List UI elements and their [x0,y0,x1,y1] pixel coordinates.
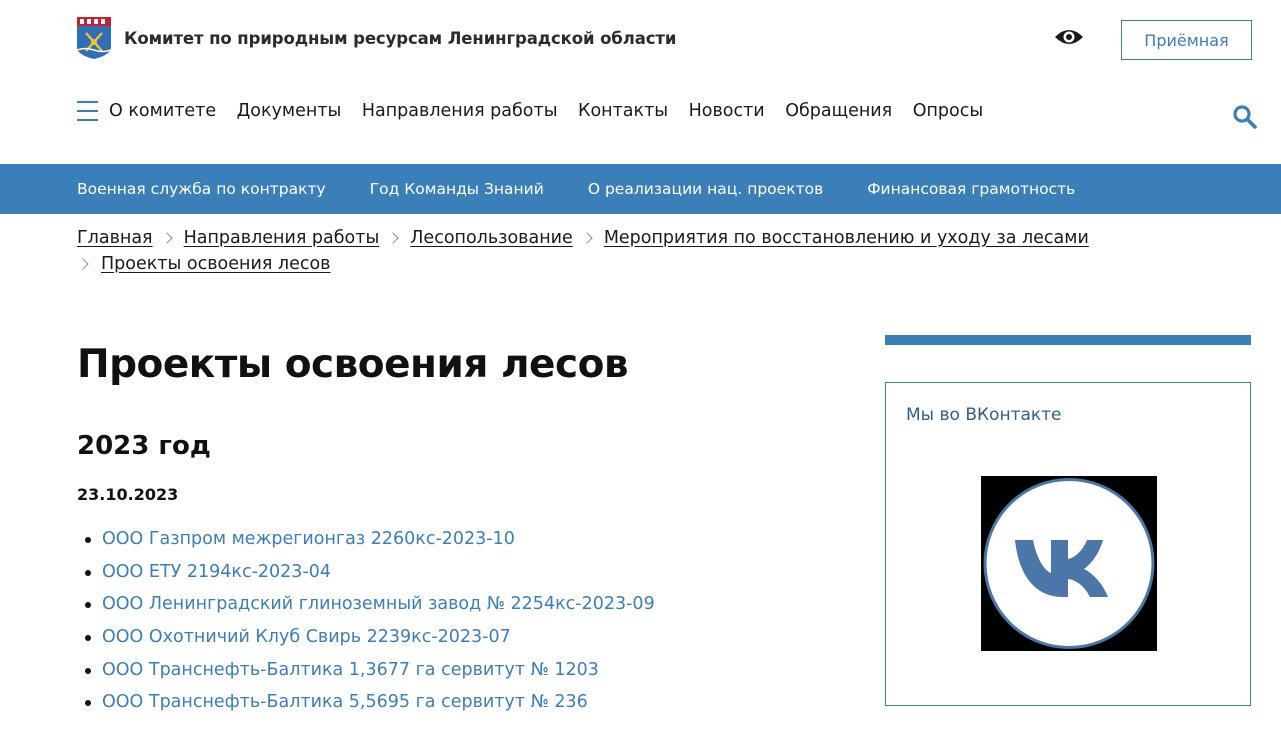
coat-of-arms-logo[interactable] [76,17,112,59]
document-link[interactable]: ООО Охотничий Клуб Свирь 2239кс-2023-07 [102,627,511,647]
search-icon[interactable] [1232,104,1258,130]
nav-item-polls[interactable]: Опросы [913,100,983,122]
sidebar-accent-bar [885,335,1251,345]
year-heading: 2023 год [77,431,211,461]
reception-button[interactable]: Приёмная [1121,20,1252,60]
breadcrumb-home[interactable]: Главная [77,228,153,248]
document-link[interactable]: ООО Ленинградский глиноземный завод № 22… [102,594,655,614]
main-nav: О комитете Документы Направления работы … [109,100,1004,122]
breadcrumb-directions[interactable]: Направления работы [184,228,380,248]
topic-link-knowledge-year[interactable]: Год Команды Знаний [370,180,544,198]
document-link[interactable]: ООО Транснефть-Балтика 1,3677 га сервиту… [102,660,599,680]
topic-link-military-service[interactable]: Военная служба по контракту [77,180,326,198]
list-item: ООО Транснефть-Балтика 1,3677 га сервиту… [77,657,655,690]
hamburger-menu-icon[interactable] [77,100,98,122]
list-item: ООО Транснефть-Балтика 5,5695 га сервиту… [77,689,655,722]
chevron-right-icon [77,258,89,270]
nav-item-documents[interactable]: Документы [237,100,342,122]
chevron-right-icon [387,232,399,244]
breadcrumb-continued: Проекты освоения лесов [77,254,331,274]
nav-item-contacts[interactable]: Контакты [578,100,668,122]
vk-logo-icon[interactable] [981,476,1157,651]
document-link[interactable]: ООО ЕТУ 2194кс-2023-04 [102,562,331,582]
nav-item-appeals[interactable]: Обращения [785,100,892,122]
document-link[interactable]: ООО Транснефть-Балтика 5,5695 га сервиту… [102,692,588,712]
chevron-right-icon [160,232,173,244]
date-heading: 23.10.2023 [77,485,179,504]
vk-widget-title: Мы во ВКонтакте [906,405,1062,425]
breadcrumb-forest-restoration[interactable]: Мероприятия по восстановлению и уходу за… [604,228,1089,248]
nav-item-about[interactable]: О комитете [109,100,216,122]
page-title: Проекты освоения лесов [77,342,629,387]
site-title[interactable]: Комитет по природным ресурсам Ленинградс… [124,29,676,48]
document-list: ООО Газпром межрегионгаз 2260кс-2023-10 … [77,526,655,722]
breadcrumb-current[interactable]: Проекты освоения лесов [101,254,331,274]
list-item: ООО ЕТУ 2194кс-2023-04 [77,559,655,592]
breadcrumb: Главная Направления работы Лесопользован… [77,228,1089,248]
list-item: ООО Ленинградский глиноземный завод № 22… [77,591,655,624]
nav-item-directions[interactable]: Направления работы [362,100,558,122]
topic-bar: Военная служба по контракту Год Команды … [0,164,1281,214]
topic-link-national-projects[interactable]: О реализации нац. проектов [588,180,823,198]
topic-link-financial-literacy[interactable]: Финансовая грамотность [867,180,1075,198]
list-item: ООО Газпром межрегионгаз 2260кс-2023-10 [77,526,655,559]
chevron-right-icon [581,232,593,244]
nav-item-news[interactable]: Новости [689,100,765,122]
list-item: ООО Охотничий Клуб Свирь 2239кс-2023-07 [77,624,655,657]
document-link[interactable]: ООО Газпром межрегионгаз 2260кс-2023-10 [102,529,515,549]
breadcrumb-forest-use[interactable]: Лесопользование [410,228,573,248]
eye-icon[interactable] [1054,26,1084,48]
vk-widget: Мы во ВКонтакте [885,382,1251,706]
